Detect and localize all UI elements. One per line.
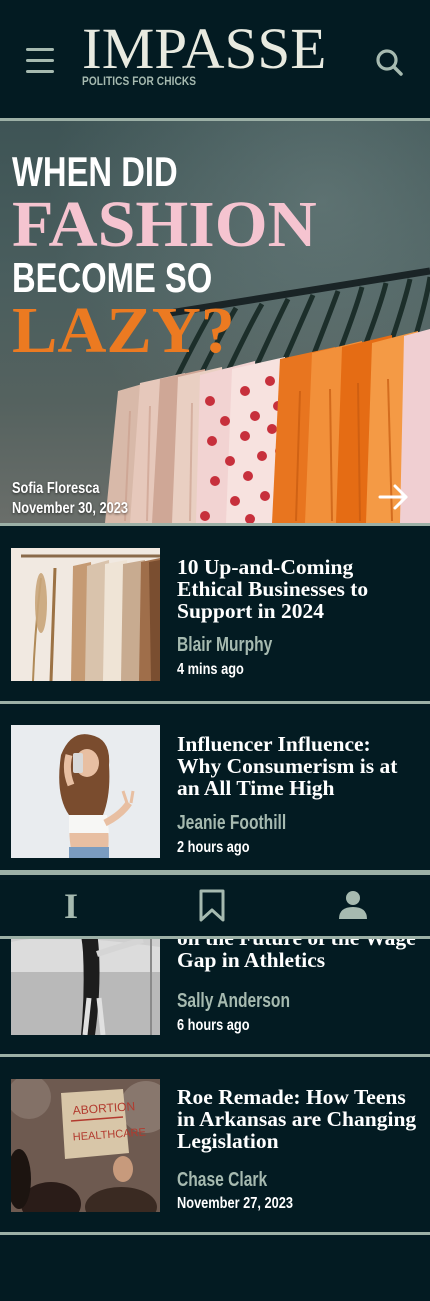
app-header: IMPASSE POLITICS FOR CHICKS [0,0,430,118]
article-title[interactable]: 10 Up-and-Coming Ethical Businesses to S… [177,556,417,622]
bookmark-icon [199,889,225,922]
hero-headline-line4: LAZY? [12,294,235,367]
hamburger-menu-icon[interactable] [26,48,54,74]
hero-feature[interactable]: WHEN DID FASHION BECOME SO LAZY? Sofia F… [0,121,430,523]
tabbar-bottom-divider [0,936,430,939]
search-icon[interactable] [374,47,404,77]
article-card[interactable]: Influencer Influence: Why Consumerism is… [0,704,430,859]
tab-home[interactable]: I [32,873,112,937]
article-time: November 27, 2023 [177,1195,293,1212]
article-author[interactable]: Chase Clark [177,1169,267,1192]
article-time: 6 hours ago [177,1017,250,1034]
article-thumbnail [11,725,160,858]
article-title[interactable]: Influencer Influence: Why Consumerism is… [177,733,417,799]
article-author[interactable]: Blair Murphy [177,634,272,657]
article-title[interactable]: Roe Remade: How Teens in Arkansas are Ch… [177,1086,417,1152]
hero-headline[interactable]: WHEN DID FASHION BECOME SO LAZY? [12,149,317,364]
hero-author: Sofia Floresca [12,480,100,497]
article-author[interactable]: Sally Anderson [177,990,290,1013]
home-logo-icon: I [64,886,79,926]
hero-date: November 30, 2023 [12,500,128,517]
brand-tagline: POLITICS FOR CHICKS [82,76,197,88]
bottom-tab-bar: I [0,872,430,939]
brand-title[interactable]: IMPASSE [82,20,326,78]
article-divider [0,1232,430,1235]
tab-bookmarks[interactable] [172,873,252,937]
article-card[interactable]: 10 Up-and-Coming Ethical Businesses to S… [0,526,430,681]
profile-icon [339,891,367,919]
hero-headline-line2: FASHION [12,188,317,261]
article-author[interactable]: Jeanie Foothill [177,812,286,835]
tab-profile[interactable] [312,873,392,937]
article-thumbnail: ABORTION HEALTHCARE [11,1079,160,1212]
arrow-right-icon[interactable] [378,483,410,511]
article-card[interactable]: ABORTION HEALTHCARE Roe Remade: How Teen… [0,1057,430,1212]
article-time: 2 hours ago [177,839,250,856]
article-time: 4 mins ago [177,661,244,678]
article-thumbnail [11,548,160,681]
